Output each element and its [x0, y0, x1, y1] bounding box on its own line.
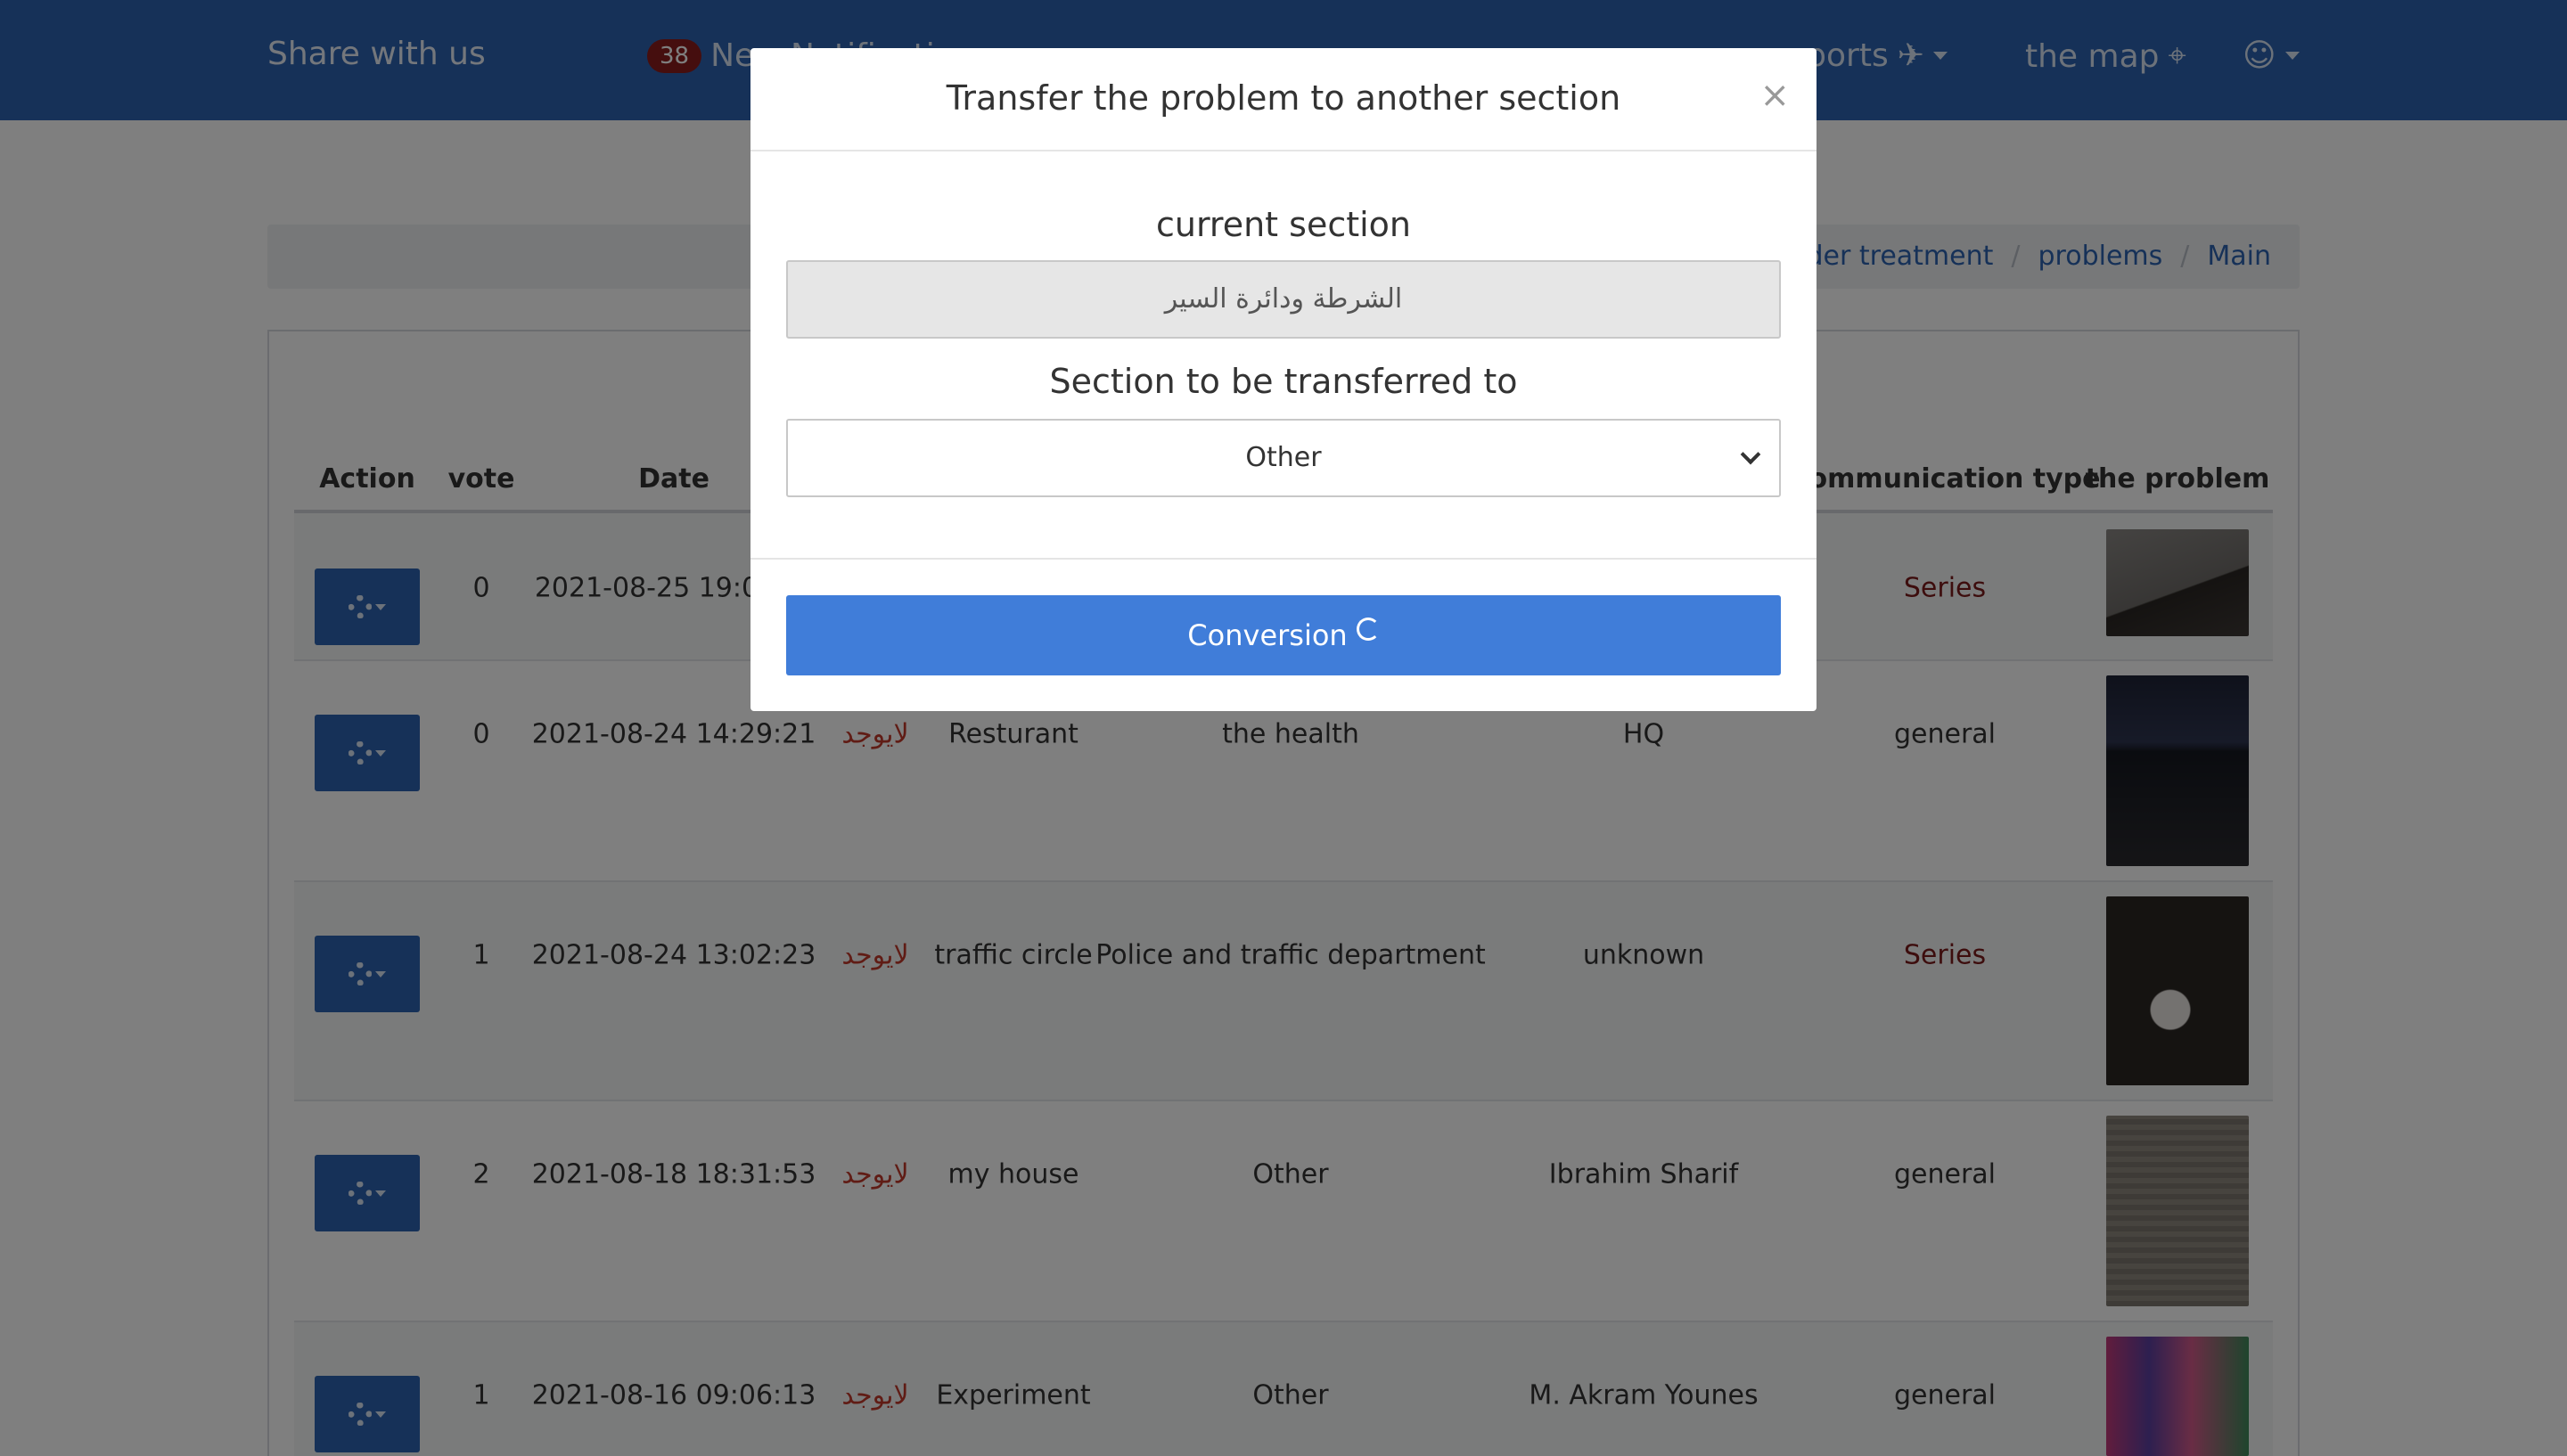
spinner-icon	[1356, 618, 1380, 641]
transfer-section-modal: Transfer the problem to another section …	[750, 48, 1817, 711]
current-section-label: current section	[1155, 205, 1412, 244]
current-section-field: الشرطة ودائرة السير	[786, 260, 1781, 339]
modal-title: Transfer the problem to another section	[946, 78, 1621, 118]
target-section-select[interactable]: Other	[786, 419, 1781, 497]
modal-footer-divider	[750, 558, 1817, 560]
target-section-selected-value: Other	[1245, 442, 1322, 473]
conversion-button-label: Conversion	[1187, 618, 1348, 652]
conversion-button[interactable]: Conversion	[786, 595, 1781, 675]
modal-header: Transfer the problem to another section …	[750, 48, 1817, 151]
target-section-label: Section to be transferred to	[1049, 362, 1518, 401]
chevron-down-icon	[1740, 444, 1761, 465]
close-button[interactable]: ×	[1759, 75, 1790, 116]
